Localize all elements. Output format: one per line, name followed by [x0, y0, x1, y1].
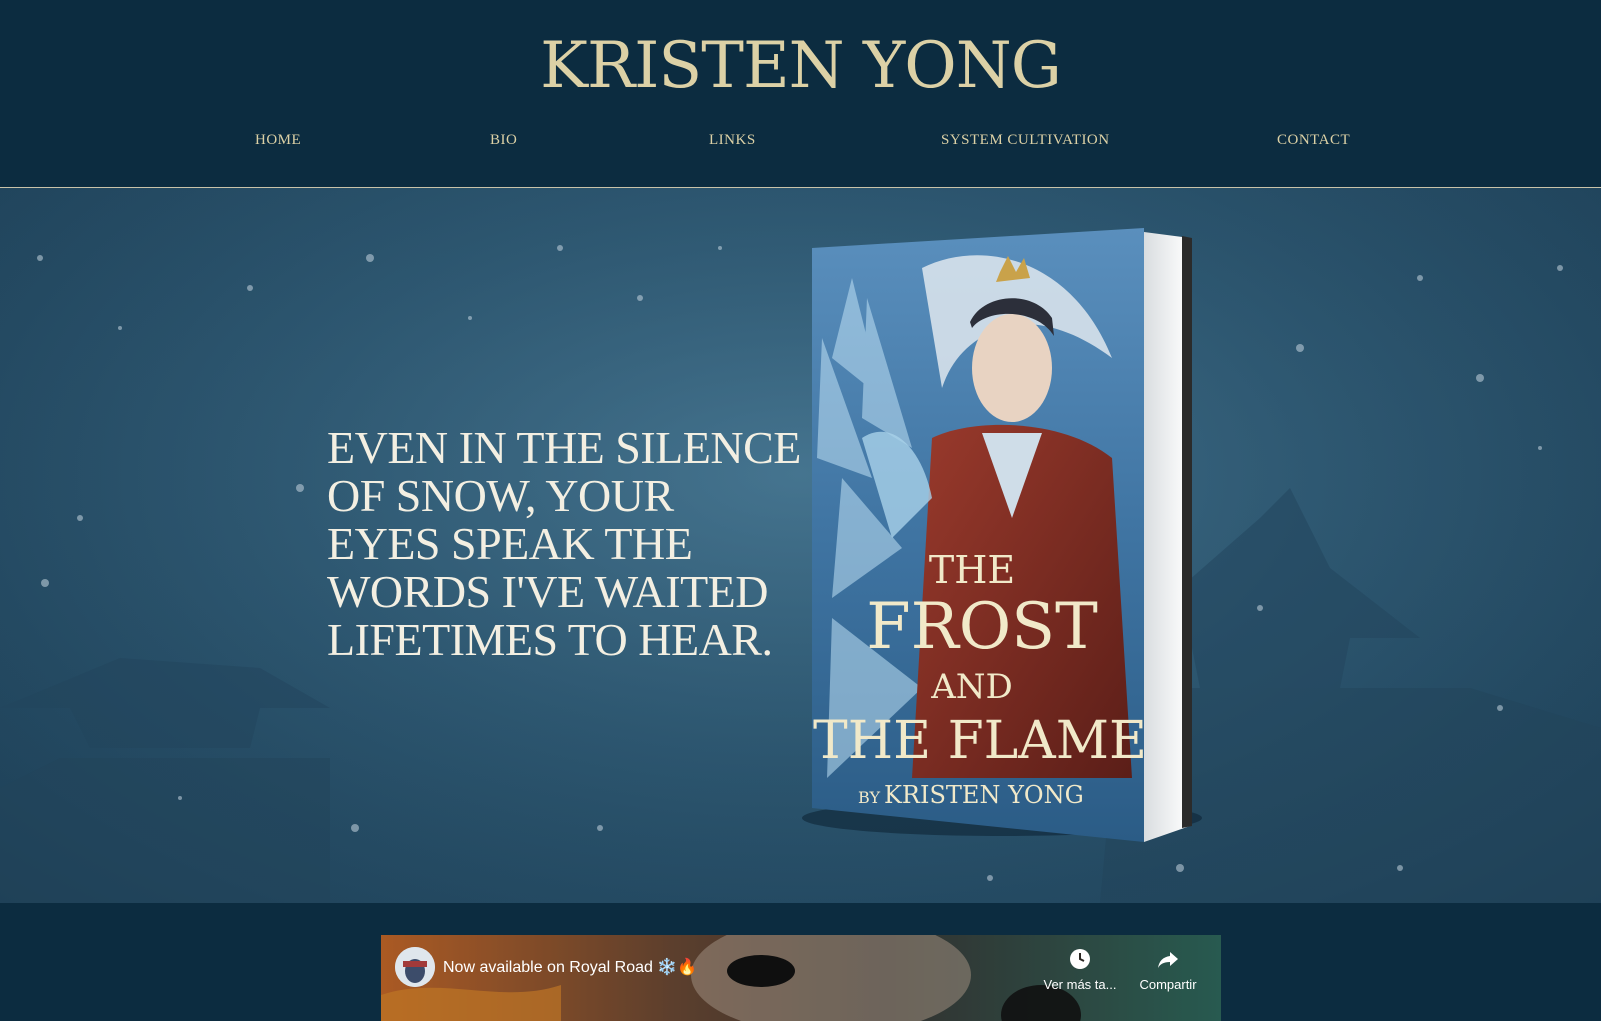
book-title-the: THE [929, 548, 1015, 592]
quote-line: EYES SPEAK THE [327, 518, 693, 569]
hero-section: EVEN IN THE SILENCE OF SNOW, YOUR EYES S… [0, 188, 1601, 903]
video-embed[interactable]: Now available on Royal Road ❄️🔥 Ver más … [381, 935, 1221, 1021]
hero-quote: EVEN IN THE SILENCE OF SNOW, YOUR EYES S… [327, 422, 801, 665]
watch-later-button[interactable]: Ver más ta... [1035, 947, 1125, 992]
nav-item-contact[interactable]: CONTACT [1277, 132, 1350, 149]
site-header: KRISTEN YONG HOME BIO LINKS SYSTEM CULTI… [0, 0, 1601, 188]
quote-line: OF SNOW, YOUR [327, 470, 674, 521]
book-title-frost: FROST [866, 590, 1098, 664]
nav-item-home[interactable]: HOME [255, 132, 301, 149]
site-logo[interactable]: KRISTEN YONG [0, 30, 1601, 102]
watch-later-label: Ver más ta... [1043, 977, 1117, 992]
quote-line: EVEN IN THE SILENCE [327, 422, 801, 473]
book-cover-image[interactable]: THE FROST AND THE FLAME BY KRISTEN YONG [772, 218, 1202, 858]
quote-line: WORDS I'VE WAITED [327, 566, 769, 617]
video-title[interactable]: Now available on Royal Road ❄️🔥 [443, 957, 697, 977]
book-author: KRISTEN YONG [884, 781, 1084, 809]
nav-item-bio[interactable]: BIO [490, 132, 517, 149]
clock-icon [1070, 949, 1090, 969]
book-title-flame: THE FLAME [813, 711, 1147, 771]
main-nav: HOME BIO LINKS SYSTEM CULTIVATION CONTAC… [0, 132, 1601, 156]
share-arrow-icon [1158, 952, 1178, 968]
channel-avatar[interactable] [395, 947, 435, 987]
share-label: Compartir [1139, 977, 1197, 992]
book-author-by: BY [858, 788, 880, 807]
nav-item-system-cultivation[interactable]: SYSTEM CULTIVATION [941, 132, 1110, 149]
book-title-and: AND [930, 667, 1013, 707]
share-button[interactable]: Compartir [1123, 947, 1213, 992]
nav-item-links[interactable]: LINKS [709, 132, 756, 149]
quote-line: LIFETIMES TO HEAR. [327, 614, 773, 665]
